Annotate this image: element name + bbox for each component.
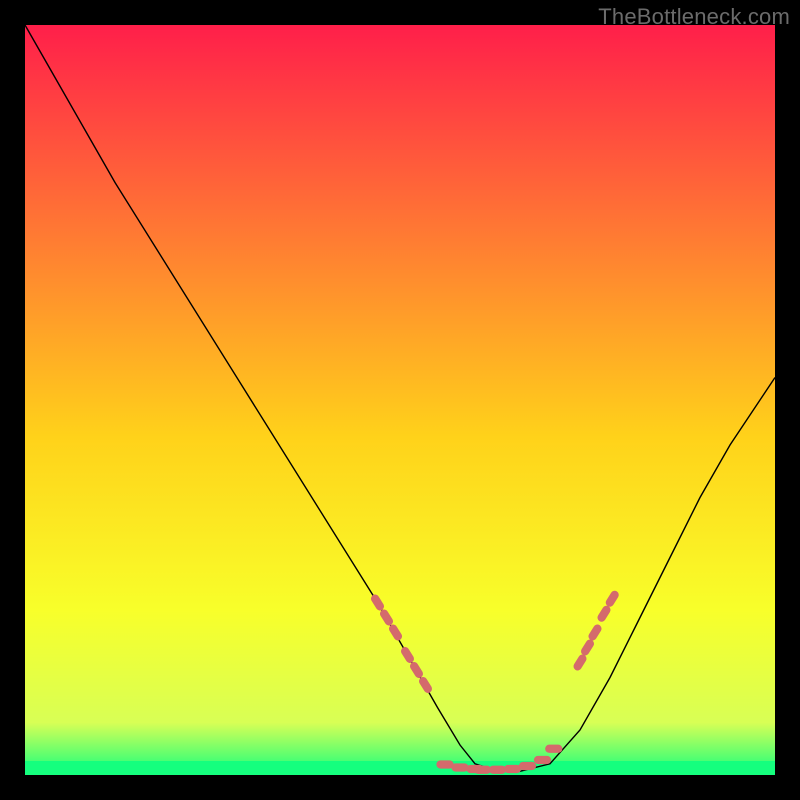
- curve-marker: [378, 608, 394, 627]
- curve-marker: [596, 604, 612, 623]
- bottleneck-curve-path: [25, 25, 775, 771]
- curve-marker: [579, 638, 595, 657]
- curve-svg: [25, 25, 775, 775]
- curve-marker: [436, 760, 453, 768]
- curve-marker: [489, 766, 506, 774]
- watermark-label: TheBottleneck.com: [598, 4, 790, 30]
- curve-marker: [519, 762, 536, 770]
- curve-marker: [369, 593, 385, 612]
- curve-marker: [408, 660, 424, 679]
- curve-marker: [604, 589, 620, 608]
- curve-marker: [545, 745, 562, 753]
- curve-markers: [369, 589, 620, 774]
- curve-marker: [399, 645, 415, 664]
- curve-marker: [474, 766, 491, 774]
- curve-marker: [417, 675, 433, 694]
- curve-marker: [587, 623, 603, 642]
- plot-area: [25, 25, 775, 775]
- curve-marker: [534, 756, 551, 764]
- curve-marker: [451, 763, 468, 771]
- chart-canvas: TheBottleneck.com: [0, 0, 800, 800]
- curve-marker: [504, 765, 521, 773]
- curve-marker: [572, 653, 588, 672]
- curve-marker: [387, 623, 403, 642]
